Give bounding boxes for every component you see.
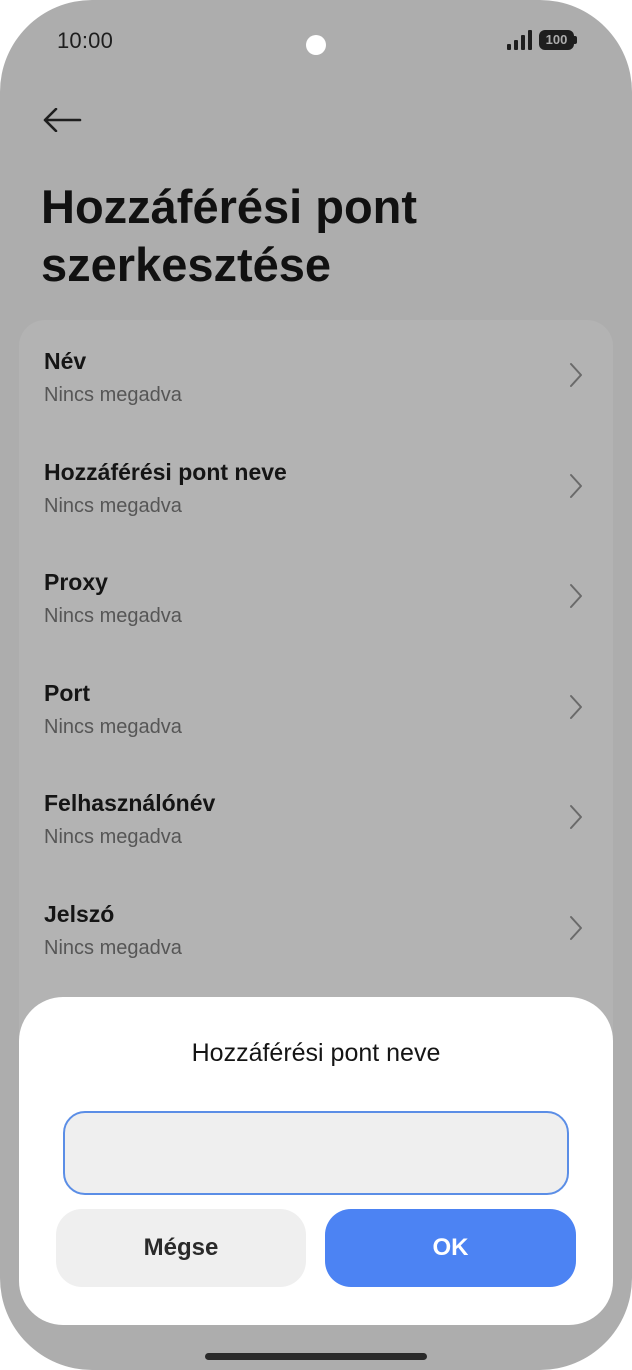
chevron-right-icon: [570, 363, 582, 387]
phone-screen: 10:00 100 Hozzáférési pont szerkesztése …: [0, 0, 632, 1370]
signal-bars-icon: [507, 30, 532, 50]
settings-item-proxy[interactable]: Proxy Nincs megadva: [19, 541, 613, 651]
cancel-button[interactable]: Mégse: [56, 1209, 306, 1287]
dialog-title: Hozzáférési pont neve: [191, 1039, 441, 1067]
home-indicator[interactable]: [205, 1353, 427, 1360]
item-value: Nincs megadva: [44, 937, 182, 959]
item-title: Hozzáférési pont neve: [44, 459, 287, 485]
item-title: Port: [44, 680, 90, 706]
apn-name-input[interactable]: [63, 1111, 569, 1195]
item-title: Név: [44, 348, 87, 374]
chevron-right-icon: [570, 695, 582, 719]
battery-level: 100: [545, 32, 568, 47]
settings-item-name[interactable]: Név Nincs megadva: [19, 320, 613, 430]
item-value: Nincs megadva: [44, 716, 182, 738]
item-value: Nincs megadva: [44, 495, 182, 517]
battery-icon: 100: [539, 30, 577, 50]
item-title: Felhasználónév: [44, 790, 216, 816]
page-title: Hozzáférési pont szerkesztése: [41, 180, 418, 291]
arrow-left-icon: [43, 108, 82, 132]
settings-item-password[interactable]: Jelszó Nincs megadva: [19, 873, 613, 983]
settings-item-apn-name[interactable]: Hozzáférési pont neve Nincs megadva: [19, 431, 613, 541]
chevron-right-icon: [570, 474, 582, 498]
back-button[interactable]: [36, 96, 88, 144]
item-value: Nincs megadva: [44, 826, 182, 848]
item-title: Proxy: [44, 569, 108, 595]
status-bar: 10:00 100: [0, 0, 632, 82]
chevron-right-icon: [570, 805, 582, 829]
item-title: Jelszó: [44, 901, 115, 927]
settings-item-username[interactable]: Felhasználónév Nincs megadva: [19, 762, 613, 872]
settings-list: Név Nincs megadva Hozzáférési pont neve …: [19, 320, 613, 1060]
apn-name-dialog: Hozzáférési pont neve Mégse OK: [19, 997, 613, 1325]
chevron-right-icon: [570, 584, 582, 608]
status-time: 10:00: [57, 28, 114, 53]
item-value: Nincs megadva: [44, 384, 182, 406]
item-value: Nincs megadva: [44, 605, 182, 627]
ok-button[interactable]: OK: [325, 1209, 576, 1287]
chevron-right-icon: [570, 916, 582, 940]
settings-item-port[interactable]: Port Nincs megadva: [19, 652, 613, 762]
camera-cutout: [306, 35, 326, 55]
